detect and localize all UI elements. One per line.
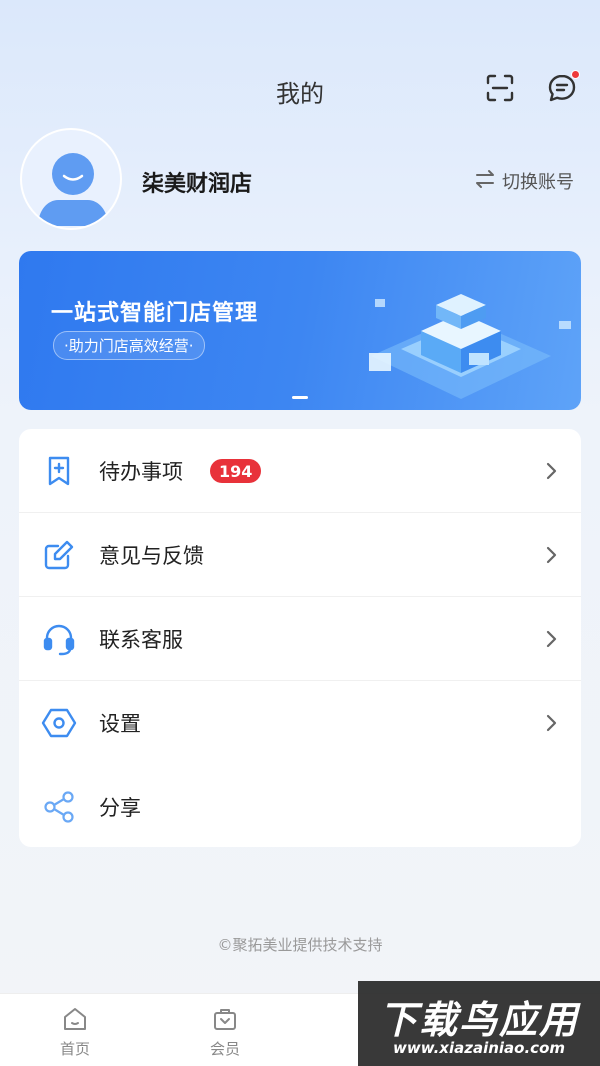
watermark-url: www.xiazainiao.com — [392, 1039, 566, 1057]
swap-icon — [474, 169, 496, 194]
tab-label: 会员 — [209, 1040, 240, 1058]
settings-hexagon-icon — [41, 705, 77, 741]
tab-home[interactable]: 首页 — [25, 1006, 125, 1059]
carousel-indicator — [292, 396, 308, 399]
switch-account-label: 切换账号 — [502, 172, 574, 193]
menu-item-label: 联系客服 — [99, 628, 183, 652]
menu-item-todo[interactable]: 待办事项 194 — [19, 429, 581, 513]
member-bag-icon — [212, 1006, 238, 1032]
edit-icon — [41, 537, 77, 573]
notification-dot — [571, 70, 580, 79]
menu-card: 待办事项 194 意见与反馈 联系客服 设置 分享 — [19, 429, 581, 847]
menu-item-feedback[interactable]: 意见与反馈 — [19, 513, 581, 597]
header: 我的 — [0, 0, 600, 120]
chevron-right-icon — [545, 713, 559, 733]
menu-item-label: 分享 — [99, 796, 141, 820]
avatar[interactable] — [20, 128, 122, 230]
watermark: 下载鸟应用 www.xiazainiao.com — [358, 981, 600, 1066]
banner-subtitle: ·助力门店高效经营· — [53, 331, 205, 360]
menu-item-label: 待办事项 — [99, 460, 183, 484]
menu-item-share[interactable]: 分享 — [19, 765, 581, 849]
headset-icon — [41, 621, 77, 657]
switch-account-button[interactable]: 切换账号 — [474, 168, 574, 194]
shop-name: 柒美财润店 — [142, 172, 253, 197]
tab-member[interactable]: 会员 — [175, 1006, 275, 1059]
tab-label: 首页 — [59, 1040, 90, 1058]
message-icon[interactable] — [546, 70, 580, 104]
menu-item-label: 设置 — [99, 712, 141, 736]
bookmark-plus-icon — [41, 453, 77, 489]
scan-icon[interactable] — [484, 72, 516, 104]
menu-item-label: 意见与反馈 — [99, 544, 204, 568]
store-illustration — [341, 261, 581, 410]
menu-item-support[interactable]: 联系客服 — [19, 597, 581, 681]
watermark-text: 下载鸟应用 — [378, 998, 579, 1042]
menu-item-settings[interactable]: 设置 — [19, 681, 581, 765]
chevron-right-icon — [545, 545, 559, 565]
promo-banner[interactable]: 一站式智能门店管理 ·助力门店高效经营· — [19, 251, 581, 410]
chevron-right-icon — [545, 461, 559, 481]
share-icon — [41, 789, 77, 825]
chevron-right-icon — [545, 629, 559, 649]
tech-support-note: ©聚拓美业提供技术支持 — [217, 936, 383, 954]
banner-title: 一站式智能门店管理 — [51, 301, 259, 326]
todo-count-badge: 194 — [210, 459, 262, 483]
home-icon — [62, 1006, 88, 1032]
